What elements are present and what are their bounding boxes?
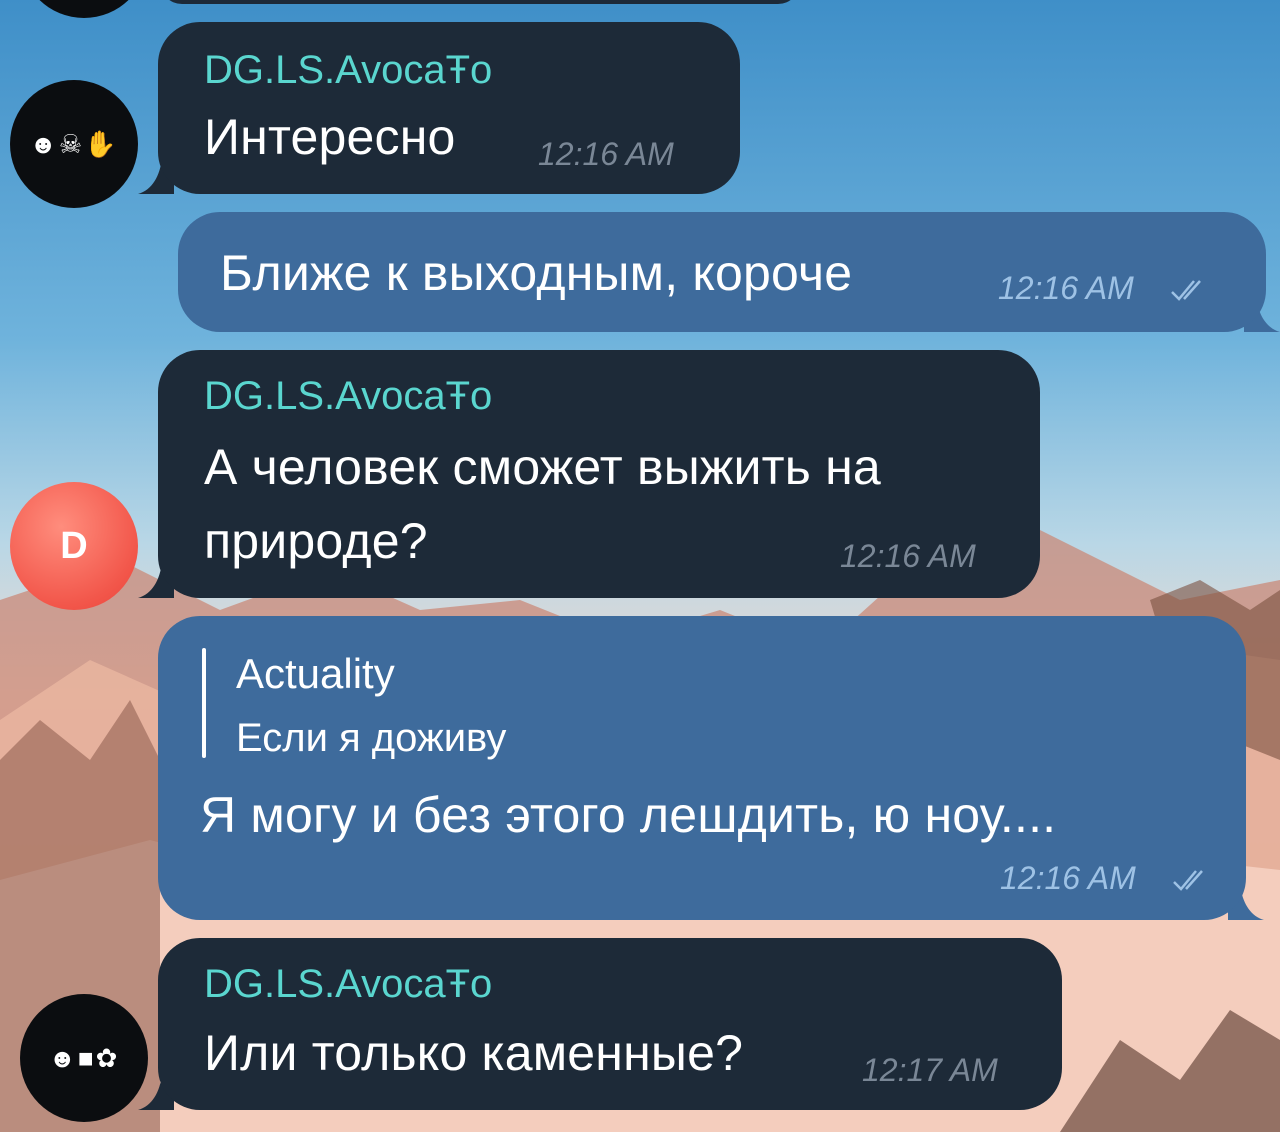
avatar-emoji[interactable]: ☻■✿ — [20, 994, 148, 1122]
avatar-skull-emoji[interactable]: ☻☠✋ — [10, 80, 138, 208]
message-bubble-incoming[interactable]: DG.LS.AvocaŦo А человек сможет выжить на… — [158, 350, 1040, 598]
message-time: 12:16 AM — [538, 136, 674, 172]
message-bubble-outgoing-reply[interactable]: Actuality Если я доживу Я могу и без это… — [158, 616, 1246, 920]
sender-name[interactable]: DG.LS.AvocaŦo — [204, 48, 492, 93]
double-check-icon — [1171, 280, 1201, 301]
sender-name[interactable]: DG.LS.AvocaŦo — [204, 374, 492, 419]
message-text: Или только каменные? — [204, 1025, 744, 1081]
double-check-icon — [1173, 870, 1203, 891]
message-time: 12:16 AM — [1000, 860, 1136, 896]
message-text-line1: А человек сможет выжить на — [204, 439, 881, 495]
message-time: 12:16 AM — [840, 538, 976, 574]
sender-name[interactable]: DG.LS.AvocaŦo — [204, 962, 492, 1007]
bubble-top-cropped — [160, 0, 800, 4]
message-text-line2: природе? — [204, 513, 428, 569]
avatar-initial: D — [60, 524, 88, 567]
message-time: 12:16 AM — [998, 270, 1134, 306]
message-text: Я могу и без этого лешдить, ю ноу.... — [200, 787, 1057, 843]
reply-quote-bar — [202, 648, 206, 758]
reply-sender[interactable]: Actuality — [236, 650, 395, 698]
message-bubble-incoming[interactable]: DG.LS.AvocaŦo Или только каменные? 12:17… — [158, 938, 1062, 1110]
emoji-icon: ☻☠✋ — [29, 128, 119, 159]
message-bubble-outgoing[interactable]: Ближе к выходным, короче 12:16 AM — [178, 212, 1266, 332]
message-text: Интересно — [204, 109, 456, 165]
reply-text[interactable]: Если я доживу — [236, 716, 506, 761]
emoji-icon: ☻■✿ — [48, 1042, 120, 1073]
message-text: Ближе к выходным, короче — [220, 245, 853, 301]
message-time: 12:17 AM — [862, 1052, 998, 1088]
message-bubble-incoming[interactable]: DG.LS.AvocaŦo Интересно 12:16 AM — [158, 22, 740, 194]
avatar-letter[interactable]: D — [10, 482, 138, 610]
